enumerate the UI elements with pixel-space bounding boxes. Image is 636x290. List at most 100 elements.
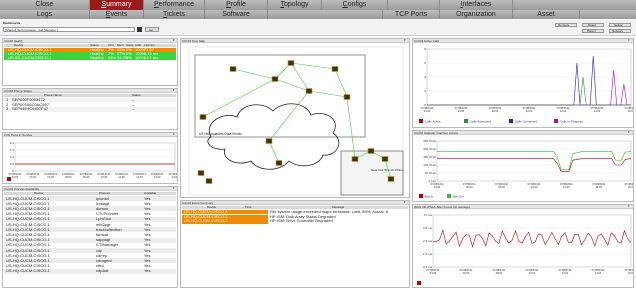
x-tick-time: 12:00	[136, 175, 143, 179]
network-button[interactable]: Network	[609, 29, 631, 33]
network-device-icon[interactable]	[351, 156, 359, 162]
legend-swatch	[417, 281, 421, 285]
remove-button[interactable]: Remove	[555, 23, 577, 27]
x-tick-time: 14:00	[594, 109, 601, 113]
panel-header: CUCM Event Summary ▾	[181, 201, 409, 205]
x-tick-time: 10:00	[101, 175, 108, 179]
network-device-icon[interactable]	[381, 156, 389, 162]
y-tick-label: 1.0	[10, 155, 15, 159]
collapse-icon[interactable]: ▾	[173, 39, 175, 42]
dropdown-arrow-icon[interactable]	[137, 27, 142, 32]
y-tick-label: 100 Kbps	[423, 163, 436, 167]
network-device-icon[interactable]	[205, 178, 213, 184]
legend-label[interactable]: Bits In	[425, 195, 434, 199]
y-tick-label: 6	[424, 61, 426, 65]
jitter-chart: 17 ms3.6 ms2.6 ms1.5 ms0.5 ms07/08/20110…	[417, 213, 634, 285]
network-device-icon[interactable]	[287, 60, 295, 66]
network-device-icon[interactable]	[199, 114, 207, 120]
x-tick-time: 08:00	[492, 109, 499, 113]
table-header: Phone Name Status	[4, 94, 176, 97]
dashboards-title: Dashboards	[3, 22, 21, 25]
nav-tab-performance[interactable]: Performance	[144, 0, 205, 10]
panel-header: CUCM Process Availability ▾	[3, 187, 177, 191]
network-device-icon[interactable]	[343, 94, 351, 100]
y-tick-label: 2.6 ms	[423, 239, 433, 243]
nav-tab-asset[interactable]: Asset	[513, 10, 580, 19]
cucm-topo-map-panel: CUCM Topo Map ▾ US Headquarters Data Cent…	[180, 38, 410, 198]
hq-label: US Headquarters Data Center	[199, 132, 243, 136]
x-tick-time: 04:00	[12, 175, 19, 179]
nav-tab-blank[interactable]	[268, 10, 383, 19]
network-device-icon[interactable]	[229, 66, 237, 72]
y-tick-label: 17 ms	[424, 213, 433, 217]
table-row[interactable]: US-HQ-CUCM-CISCO-1 cdpAdr Yes	[4, 268, 176, 274]
network-device-icon[interactable]	[197, 170, 205, 176]
legend-swatch	[464, 119, 468, 123]
parent-button[interactable]: Parent	[582, 29, 604, 33]
delete-button[interactable]: Delete	[609, 23, 631, 27]
nav-tab-events[interactable]: Events	[90, 10, 144, 19]
plot-area	[436, 140, 632, 182]
x-tick-time: 09:00	[83, 175, 90, 179]
x-tick-time: 08:00	[65, 175, 72, 179]
collapse-icon[interactable]: ▾	[173, 187, 175, 190]
legend-swatch	[509, 119, 513, 123]
table-row[interactable]: US-SC-CUCM-CISCO-1 Healthy 26% 24.2% 0% 100% 0…	[4, 56, 176, 61]
x-tick-time: 04:00	[424, 109, 431, 113]
nav-tab-software[interactable]: Software	[205, 10, 268, 19]
y-tick-label: 250 Kbps	[423, 139, 436, 143]
network-device-icon[interactable]	[265, 138, 273, 144]
nav-tab-configs[interactable]: Configs	[322, 0, 388, 10]
y-tick-label: 1.5	[10, 148, 15, 152]
legend-label[interactable]: Bits Out	[453, 195, 464, 199]
nav-tab-interfaces[interactable]: Interfaces	[440, 0, 513, 10]
nav-tab-tickets[interactable]: Tickets	[144, 10, 205, 19]
dashboard-select[interactable]: [Shared] Tech Concept - Call Manager ]	[3, 27, 135, 32]
y-tick-label: 2.0	[10, 141, 15, 145]
x-tick-time: 14:00	[595, 185, 602, 189]
nav-tab-tcp-ports[interactable]: TCP Ports	[383, 10, 440, 19]
x-tick-time: 06:00	[463, 271, 470, 275]
nav-tab-logs[interactable]: Logs	[0, 10, 90, 19]
y-tick-label: 3.6 ms	[423, 226, 433, 230]
network-device-icon[interactable]	[275, 160, 283, 166]
table-row[interactable]: 3 SEP44E4C6457F47 --	[4, 107, 176, 112]
reset-button[interactable]: Reset	[582, 23, 604, 27]
x-tick-time: 16:00	[628, 185, 634, 189]
legend-label[interactable]: Calls Attempted	[470, 120, 491, 124]
network-device-icon[interactable]	[387, 176, 395, 182]
nav-tab-summary[interactable]: Summary	[90, 0, 144, 10]
cucm-active-calls-panel: CUCM Active Calls ▾ 8 6 4 2 0 07/08/2011 04:00 0…	[412, 38, 634, 128]
nav-tab-profile[interactable]: Profile	[205, 0, 268, 10]
collapse-icon[interactable]: ▾	[173, 89, 175, 92]
nav-tab-organization[interactable]: Organization	[440, 10, 513, 19]
x-tick-time: 12:00	[560, 109, 567, 113]
x-tick-time: 16:00	[628, 271, 634, 275]
y-tick-label: 8	[424, 47, 426, 51]
nav-tab-close[interactable]: Close	[0, 0, 90, 10]
x-tick-time: 12:00	[563, 185, 570, 189]
panel-header: CUCM Phone Status ▾	[3, 89, 177, 93]
legend-label[interactable]: Calls Active	[425, 120, 441, 124]
collapse-icon[interactable]: ▾	[404, 201, 406, 204]
nav-tab-topology[interactable]: Topology	[268, 0, 322, 10]
network-device-icon[interactable]	[271, 76, 279, 82]
y-tick-label: 200 Kbps	[423, 147, 436, 151]
x-tick-time: 16:00	[628, 109, 634, 113]
x-tick-time: 10:00	[526, 109, 533, 113]
y-tick-label: 4	[424, 75, 426, 79]
table-row[interactable]: US-HQ-CUCM-CISCO-1 HP-ISM: Drive Controll…	[182, 219, 408, 224]
x-tick-time: 06:00	[458, 109, 465, 113]
legend-label[interactable]: Calls Completed	[515, 120, 537, 124]
gateway-chart: 250 Kbps 200 Kbps 150 Kbps 100 Kbps 50 Kbps 0…	[419, 139, 634, 199]
network-device-icon[interactable]	[331, 66, 339, 72]
go-button[interactable]: Go	[145, 27, 159, 32]
x-tick-time: 06:00	[466, 185, 473, 189]
x-tick-time: 10:00	[529, 271, 536, 275]
x-tick-time: 04:00	[430, 271, 437, 275]
network-device-icon[interactable]	[367, 148, 375, 154]
nav-tab-blank[interactable]	[388, 0, 440, 10]
network-device-icon[interactable]	[305, 88, 313, 94]
x-tick-time: 06:00	[30, 175, 37, 179]
legend-label[interactable]: Calls In Progress	[560, 120, 583, 124]
